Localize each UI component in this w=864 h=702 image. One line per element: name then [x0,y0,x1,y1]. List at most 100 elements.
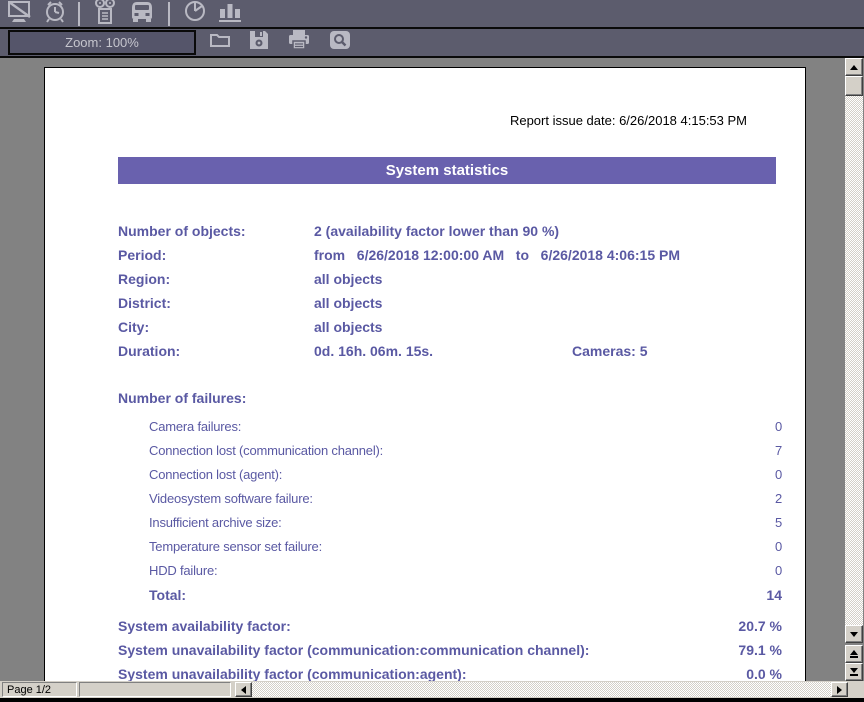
print-icon [287,30,311,55]
projector-button[interactable] [90,0,120,28]
save-button[interactable] [246,29,272,57]
page-up-bar [850,656,858,658]
status-bar: Page 1/2 [0,681,864,698]
horizontal-scrollbar[interactable] [235,682,848,697]
failure-value: 0 [775,419,782,434]
page-down-bar [850,674,858,676]
zoom-control[interactable]: Zoom: 100% [8,30,196,55]
page-down-icon [850,668,858,673]
up-arrow-icon [850,65,858,70]
info-value: from 6/26/2018 12:00:00 AM to 6/26/2018 … [314,247,680,263]
alarm-clock-icon [43,0,67,28]
vertical-scrollbar-thumb[interactable] [845,76,863,96]
failure-label: Temperature sensor set failure: [149,539,322,554]
projector-icon [93,0,117,30]
info-row: Region: all objects [118,267,738,291]
failure-value: 5 [775,515,782,530]
summary-row: System unavailability factor (communicat… [118,662,782,681]
summary-value: 0.0 % [746,666,782,681]
info-row: Period: from 6/26/2018 12:00:00 AM to 6/… [118,243,738,267]
monitor-off-icon [7,0,33,28]
search-preview-icon [329,30,351,55]
scroll-up-button[interactable] [845,58,863,76]
zoom-label: Zoom: 100% [65,35,139,50]
previous-page-button[interactable] [845,645,863,663]
info-value: all objects [314,271,382,287]
toolbar-separator [78,2,80,26]
vertical-scrollbar-track[interactable] [845,96,863,625]
car-icon [127,0,157,28]
failure-value: 7 [775,443,782,458]
report-toolbar: Zoom: 100% [0,29,864,58]
failures-total-row: Total: 14 [149,583,782,607]
info-label: Period: [118,247,314,263]
alarm-clock-button[interactable] [40,0,70,28]
info-label: Region: [118,271,314,287]
monitor-off-button[interactable] [4,0,36,28]
open-button[interactable] [206,29,234,57]
info-value: 2 (availability factor lower than 90 %) [314,223,559,239]
pie-chart-button[interactable] [180,0,210,28]
info-label: City: [118,319,314,335]
scroll-right-button[interactable] [831,682,848,697]
cameras-count: Cameras: 5 [572,343,648,359]
scroll-down-button[interactable] [845,625,863,643]
car-button[interactable] [124,0,160,28]
failure-label: HDD failure: [149,563,217,578]
info-label: Duration: [118,343,314,359]
failure-label: Insufficient archive size: [149,515,282,530]
status-panel [79,682,231,697]
page-indicator: Page 1/2 [7,684,51,696]
info-value: all objects [314,319,382,335]
summary-label: System unavailability factor (communicat… [118,642,589,658]
failure-value: 0 [775,467,782,482]
failure-value: 0 [775,563,782,578]
summary-label: System availability factor: [118,618,291,634]
right-arrow-icon [837,686,842,694]
report-page: Report issue date: 6/26/2018 4:15:53 PM … [44,67,806,681]
info-label: Number of objects: [118,223,314,239]
info-row: City: all objects [118,315,738,339]
pie-chart-icon [183,0,207,28]
open-folder-icon [209,30,231,55]
info-row: Duration: 0d. 16h. 06m. 15s. Cameras: 5 [118,339,738,363]
report-title: System statistics [118,157,776,184]
failure-label: Videosystem software failure: [149,491,313,506]
horizontal-scrollbar-track[interactable] [252,682,831,697]
left-arrow-icon [241,686,246,694]
summary-row: System availability factor: 20.7 % [118,614,782,638]
bar-chart-button[interactable] [214,0,246,28]
info-row: Number of objects: 2 (availability facto… [118,219,738,243]
search-button[interactable] [326,29,354,57]
failure-label: Connection lost (agent): [149,467,282,482]
page-indicator-panel: Page 1/2 [2,682,77,697]
failure-value: 0 [775,539,782,554]
failure-row: Connection lost (agent): 0 [149,462,782,486]
info-value: 0d. 16h. 06m. 15s. [314,343,433,359]
down-arrow-icon [850,632,858,637]
info-value: all objects [314,295,382,311]
failure-value: 2 [775,491,782,506]
bar-chart-icon [217,0,243,28]
failure-row: Videosystem software failure: 2 [149,486,782,510]
info-label: District: [118,295,314,311]
total-value: 14 [766,587,782,603]
failure-row: Insufficient archive size: 5 [149,510,782,534]
toolbar-separator [168,2,170,26]
next-page-button[interactable] [845,663,863,681]
report-preview-area: Report issue date: 6/26/2018 4:15:53 PM … [0,58,864,681]
page-up-icon [850,650,858,655]
total-label: Total: [149,587,186,603]
summary-value: 20.7 % [738,618,782,634]
summary-row: System unavailability factor (communicat… [118,638,782,662]
summary-label: System unavailability factor (communicat… [118,666,467,681]
failure-row: Connection lost (communication channel):… [149,438,782,462]
info-row: District: all objects [118,291,738,315]
failures-heading: Number of failures: [118,390,246,406]
report-issue-date: Report issue date: 6/26/2018 4:15:53 PM [510,113,747,128]
scroll-left-button[interactable] [235,682,252,697]
failure-label: Connection lost (communication channel): [149,443,383,458]
print-button[interactable] [284,29,314,57]
summary-value: 79.1 % [738,642,782,658]
vertical-scrollbar[interactable] [845,58,863,681]
